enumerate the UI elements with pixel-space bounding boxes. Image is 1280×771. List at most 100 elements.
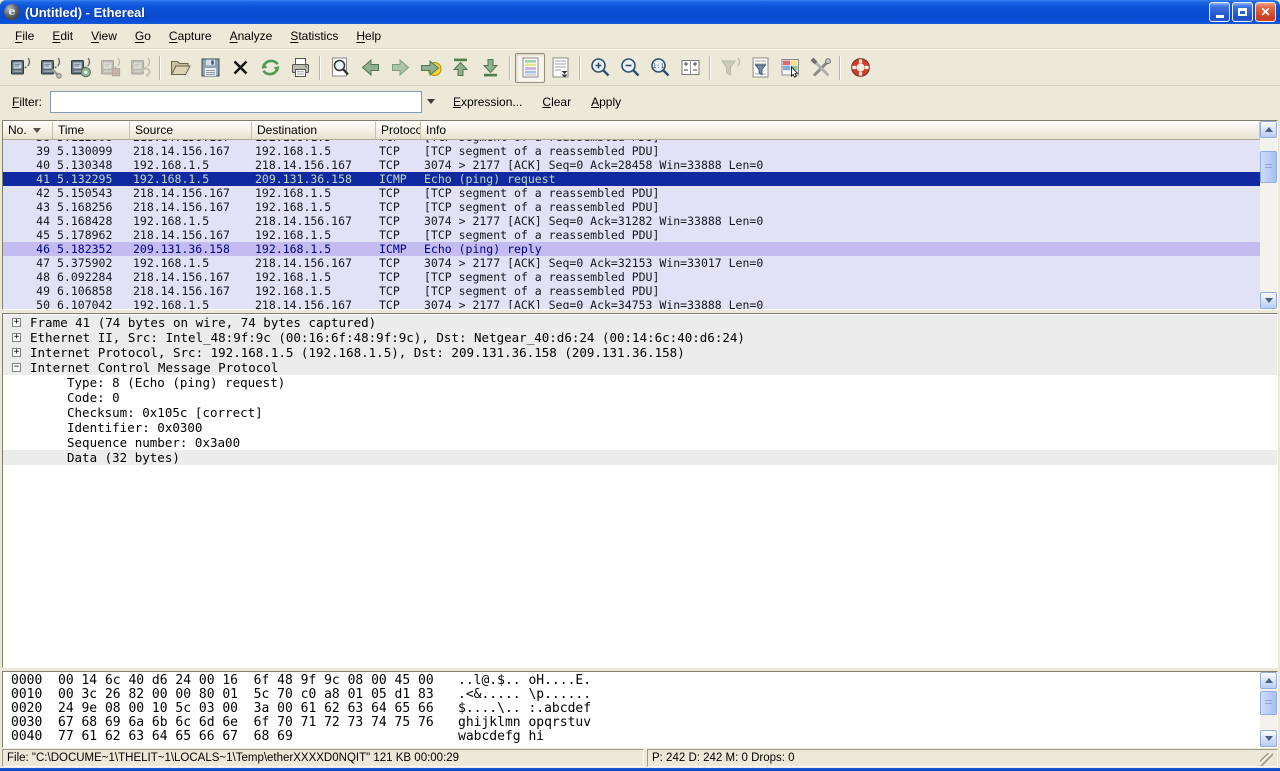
find-packet-button[interactable]: [325, 53, 355, 83]
packet-row-50[interactable]: 506.107042192.168.1.5218.14.156.167TCP30…: [3, 298, 1260, 309]
go-to-top-button[interactable]: [445, 53, 475, 83]
print-icon: [289, 56, 312, 79]
reload-button[interactable]: [255, 53, 285, 83]
filter-button[interactable]: Filter:: [6, 91, 48, 113]
menu-item-statistics[interactable]: Statistics: [281, 24, 347, 48]
filter-dropdown-button[interactable]: [422, 91, 439, 113]
ethereal-window: e (Untitled) - Ethereal ✕ FileEditViewGo…: [0, 0, 1280, 771]
hex-row: 003067 68 69 6a 6b 6c 6d 6e 6f 70 71 72 …: [11, 716, 1260, 730]
column-header-time[interactable]: Time: [53, 121, 130, 140]
menu-item-analyze[interactable]: Analyze: [221, 24, 282, 48]
packet-row-40[interactable]: 405.130348192.168.1.5218.14.156.167TCP30…: [3, 158, 1260, 172]
close-file-button[interactable]: [225, 53, 255, 83]
coloring-rules-button[interactable]: [775, 53, 805, 83]
menu-item-capture[interactable]: Capture: [160, 24, 221, 48]
close-file-icon: [229, 56, 252, 79]
save-file-button[interactable]: [195, 53, 225, 83]
preferences-button[interactable]: [805, 53, 835, 83]
collapse-icon[interactable]: −: [12, 363, 21, 372]
hex-dump-pane[interactable]: 000000 14 6c 40 d6 24 00 16 6f 48 9f 9c …: [2, 671, 1278, 748]
detail-row[interactable]: +Internet Protocol, Src: 192.168.1.5 (19…: [3, 345, 1277, 360]
menu-item-go[interactable]: Go: [126, 24, 160, 48]
zoom-normal-button[interactable]: 1:1: [645, 53, 675, 83]
expand-icon[interactable]: +: [12, 348, 21, 357]
auto-scroll-icon: [549, 56, 572, 79]
auto-scroll-button[interactable]: [545, 53, 575, 83]
packet-row-46[interactable]: 465.182352209.131.36.158192.168.1.5ICMPE…: [3, 242, 1260, 256]
scroll-up-button[interactable]: [1260, 121, 1277, 138]
packet-row-47[interactable]: 475.375902192.168.1.5218.14.156.167TCP30…: [3, 256, 1260, 270]
scroll-down-button[interactable]: [1260, 292, 1277, 309]
packet-row-49[interactable]: 496.106858218.14.156.167192.168.1.5TCP[T…: [3, 284, 1260, 298]
restore-button[interactable]: [1232, 2, 1253, 22]
packet-row-45[interactable]: 455.178962218.14.156.167192.168.1.5TCP[T…: [3, 228, 1260, 242]
toolbar-separator: [579, 56, 581, 80]
resize-columns-button[interactable]: [675, 53, 705, 83]
go-to-packet-button[interactable]: [415, 53, 445, 83]
go-forward-button[interactable]: [385, 53, 415, 83]
column-header-no[interactable]: No.: [3, 121, 53, 140]
scrollbar-thumb[interactable]: [1260, 691, 1277, 715]
packet-row-39[interactable]: 395.130099218.14.156.167192.168.1.5TCP[T…: [3, 144, 1260, 158]
detail-row[interactable]: Data (32 bytes): [3, 450, 1277, 465]
packet-row-41[interactable]: 415.132295192.168.1.5209.131.36.158ICMPE…: [3, 172, 1260, 186]
detail-row[interactable]: −Internet Control Message Protocol: [3, 360, 1277, 375]
packet-row-48[interactable]: 486.092284218.14.156.167192.168.1.5TCP[T…: [3, 270, 1260, 284]
resize-columns-icon: [679, 56, 702, 79]
menu-item-file[interactable]: File: [6, 24, 43, 48]
detail-row[interactable]: +Ethernet II, Src: Intel_48:9f:9c (00:16…: [3, 330, 1277, 345]
scroll-up-button[interactable]: [1260, 672, 1277, 689]
go-back-button[interactable]: [355, 53, 385, 83]
detail-text: Internet Control Message Protocol: [30, 360, 278, 375]
capture-restart-button: [125, 53, 155, 83]
expression-button[interactable]: Expression...: [447, 91, 528, 113]
go-to-bottom-button[interactable]: [475, 53, 505, 83]
interface-list-button[interactable]: [5, 53, 35, 83]
help-button[interactable]: [845, 53, 875, 83]
hex-scrollbar[interactable]: [1260, 672, 1277, 747]
column-header-source[interactable]: Source: [130, 121, 252, 140]
capture-options-button[interactable]: [35, 53, 65, 83]
open-file-button[interactable]: [165, 53, 195, 83]
zoom-in-button[interactable]: [585, 53, 615, 83]
scrollbar-track[interactable]: [1260, 689, 1277, 730]
detail-row[interactable]: +Frame 41 (74 bytes on wire, 74 bytes ca…: [3, 315, 1277, 330]
minimize-button[interactable]: [1209, 2, 1230, 22]
capture-restart-icon: [129, 56, 152, 79]
scrollbar-track[interactable]: [1260, 138, 1277, 292]
display-filter-button[interactable]: [745, 53, 775, 83]
colorize-button[interactable]: [515, 53, 545, 83]
capture-start-button[interactable]: [65, 53, 95, 83]
packet-details-pane: +Frame 41 (74 bytes on wire, 74 bytes ca…: [2, 313, 1278, 668]
window-title: (Untitled) - Ethereal: [25, 5, 1207, 20]
packet-row-44[interactable]: 445.168428192.168.1.5218.14.156.167TCP30…: [3, 214, 1260, 228]
scrollbar-thumb[interactable]: [1260, 151, 1277, 183]
expand-icon[interactable]: +: [12, 318, 21, 327]
expand-icon[interactable]: +: [12, 333, 21, 342]
packet-row-43[interactable]: 435.168256218.14.156.167192.168.1.5TCP[T…: [3, 200, 1260, 214]
resize-grip[interactable]: [1260, 753, 1273, 766]
zoom-out-button[interactable]: [615, 53, 645, 83]
menu-item-view[interactable]: View: [82, 24, 126, 48]
column-header-destination[interactable]: Destination: [252, 121, 376, 140]
column-header-info[interactable]: Info: [421, 121, 1260, 140]
clear-button[interactable]: Clear: [536, 91, 577, 113]
detail-row[interactable]: Code: 0: [3, 390, 1277, 405]
filter-input[interactable]: [50, 91, 422, 113]
menu-item-help[interactable]: Help: [347, 24, 390, 48]
column-header-protocol[interactable]: Protocol: [376, 121, 421, 140]
menu-item-edit[interactable]: Edit: [43, 24, 82, 48]
packet-list-scrollbar[interactable]: [1260, 121, 1277, 309]
packet-rows-viewport: 385.112908218.14.156.167192.168.1.5TCP[T…: [3, 140, 1260, 309]
titlebar[interactable]: e (Untitled) - Ethereal ✕: [0, 0, 1280, 24]
detail-row[interactable]: Identifier: 0x0300: [3, 420, 1277, 435]
detail-row[interactable]: Sequence number: 0x3a00: [3, 435, 1277, 450]
print-button[interactable]: [285, 53, 315, 83]
column-label: Info: [426, 122, 446, 139]
packet-row-42[interactable]: 425.150543218.14.156.167192.168.1.5TCP[T…: [3, 186, 1260, 200]
apply-button[interactable]: Apply: [585, 91, 627, 113]
detail-row[interactable]: Type: 8 (Echo (ping) request): [3, 375, 1277, 390]
detail-row[interactable]: Checksum: 0x105c [correct]: [3, 405, 1277, 420]
scroll-down-button[interactable]: [1260, 730, 1277, 747]
close-button[interactable]: ✕: [1255, 2, 1276, 22]
